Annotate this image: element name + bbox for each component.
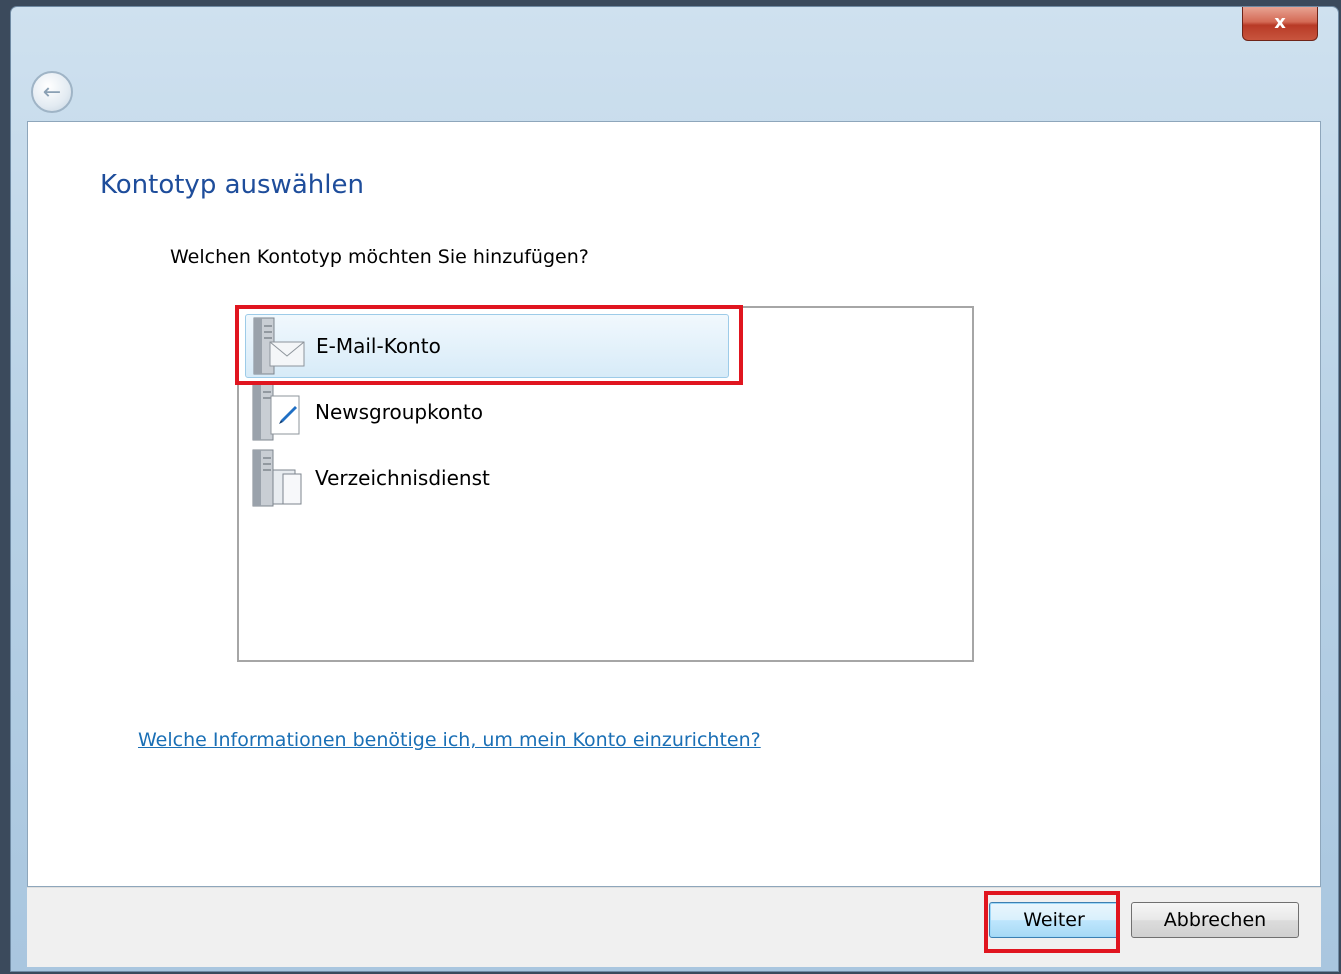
next-button-label: Weiter bbox=[1023, 909, 1085, 931]
back-arrow-icon: ← bbox=[42, 79, 62, 105]
list-item-newsgroup-account[interactable]: Newsgroupkonto bbox=[245, 380, 729, 444]
close-icon: x bbox=[1274, 12, 1286, 33]
email-server-icon bbox=[253, 317, 305, 375]
dialog-window: x ← Kontotyp auswählen Welchen Kontotyp … bbox=[10, 6, 1339, 972]
list-item-label: Verzeichnisdienst bbox=[315, 466, 490, 490]
page-title: Kontotyp auswählen bbox=[100, 170, 364, 200]
content-panel: Kontotyp auswählen Welchen Kontotyp möch… bbox=[27, 121, 1321, 887]
cancel-button-label: Abbrechen bbox=[1163, 909, 1267, 931]
close-button[interactable]: x bbox=[1242, 7, 1318, 41]
list-item-email-account[interactable]: E-Mail-Konto bbox=[245, 314, 729, 378]
directory-server-icon bbox=[252, 449, 302, 507]
question-label: Welchen Kontotyp möchten Sie hinzufügen? bbox=[170, 246, 589, 268]
button-bar: Weiter Abbrechen bbox=[27, 887, 1321, 967]
newsgroup-server-icon bbox=[252, 383, 300, 441]
list-item-label: E-Mail-Konto bbox=[316, 334, 441, 358]
list-item-label: Newsgroupkonto bbox=[315, 400, 483, 424]
account-type-list[interactable]: E-Mail-Konto Newsgroupkonto Verzeichnisd… bbox=[237, 306, 974, 662]
cancel-button[interactable]: Abbrechen bbox=[1131, 902, 1299, 938]
next-button[interactable]: Weiter bbox=[989, 902, 1119, 938]
list-item-directory-service[interactable]: Verzeichnisdienst bbox=[245, 446, 729, 510]
back-button[interactable]: ← bbox=[31, 71, 73, 113]
account-info-link[interactable]: Welche Informationen benötige ich, um me… bbox=[138, 729, 761, 751]
